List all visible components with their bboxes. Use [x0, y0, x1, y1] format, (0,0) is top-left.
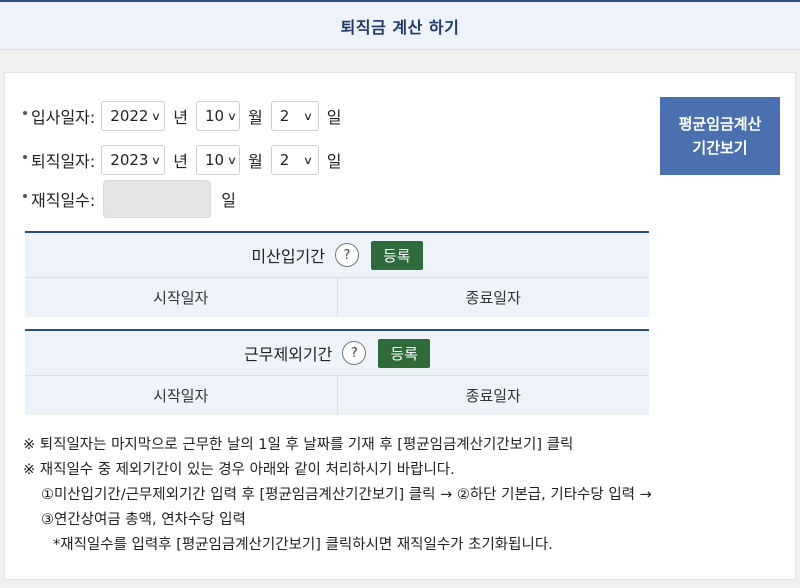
retire-day-select[interactable]: 2 ∨	[270, 145, 319, 175]
hire-month-value: 10	[205, 107, 225, 125]
hire-year-select[interactable]: 2022 ∨	[101, 101, 166, 131]
unpaid-period-header: 미산입기간 ? 등록	[25, 231, 649, 277]
hire-month-select[interactable]: 10 ∨	[196, 101, 241, 131]
retire-day-value: 2	[279, 151, 290, 169]
excluded-period-header: 근무제외기간 ? 등록	[25, 329, 649, 375]
note-line: *재직일수를 입력후 [평균임금계산기간보기] 클릭하시면 재직일수가 초기화됩…	[53, 537, 553, 553]
chevron-down-icon: ∨	[226, 153, 238, 167]
avg-button-line2: 기간보기	[692, 139, 748, 157]
unpaid-period-columns: 시작일자 종료일자	[25, 277, 649, 317]
notes-section: ※ 퇴직일자는 마지막으로 근무한 날의 1일 후 날짜를 기재 후 [평균임금…	[23, 433, 793, 558]
excluded-period-title: 근무제외기간	[244, 345, 333, 364]
note-line: ①미산입기간/근무제외기간 입력 후 [평균임금계산기간보기] 클릭 → ②하단…	[41, 487, 652, 503]
year-unit: 년	[173, 152, 189, 171]
avg-wage-period-button[interactable]: 평균임금계산 기간보기	[660, 97, 780, 175]
retire-month-select[interactable]: 10 ∨	[196, 145, 241, 175]
question-circle-icon[interactable]: ?	[335, 243, 359, 267]
chevron-down-icon: ∨	[151, 109, 162, 123]
excluded-period-columns: 시작일자 종료일자	[25, 375, 649, 415]
start-date-column: 시작일자	[153, 387, 209, 405]
excluded-register-button[interactable]: 등록	[378, 338, 430, 368]
chevron-down-icon: ∨	[302, 109, 313, 123]
note-line: ※ 재직일수 중 제외기간이 있는 경우 아래와 같이 처리하시기 바랍니다.	[23, 462, 455, 478]
month-unit: 월	[248, 152, 263, 171]
hire-date-row: 입사일자: 2022 ∨ 년 10 ∨ 월 2 ∨ 일	[23, 101, 349, 131]
end-date-column: 종료일자	[336, 376, 650, 415]
note-line: ※ 퇴직일자는 마지막으로 근무한 날의 1일 후 날짜를 기재 후 [평균임금…	[23, 437, 574, 453]
question-circle-icon[interactable]: ?	[342, 341, 367, 365]
excluded-period-section: 근무제외기간 ? 등록 시작일자 종료일자	[25, 329, 649, 415]
note-line: ③연간상여금 총액, 연차수당 입력	[41, 512, 246, 528]
chevron-down-icon: ∨	[151, 153, 162, 167]
page-header: 퇴직금 계산 하기	[0, 0, 800, 50]
service-days-unit: 일	[221, 191, 237, 210]
bullet-icon	[23, 111, 27, 115]
calculator-panel: 입사일자: 2022 ∨ 년 10 ∨ 월 2 ∨ 일 퇴직일자: 2023 ∨…	[4, 72, 796, 580]
hire-day-select[interactable]: 2 ∨	[270, 101, 319, 131]
hire-year-value: 2022	[110, 107, 149, 125]
service-days-label: 재직일수:	[31, 191, 96, 210]
bullet-icon	[23, 155, 27, 159]
unpaid-register-button[interactable]: 등록	[371, 240, 423, 270]
bullet-icon	[23, 194, 27, 198]
hire-date-label: 입사일자:	[31, 108, 96, 127]
service-days-input[interactable]	[103, 180, 212, 218]
month-unit: 월	[248, 108, 263, 127]
hire-day-value: 2	[279, 107, 290, 125]
retire-date-label: 퇴직일자:	[31, 152, 96, 171]
unpaid-period-section: 미산입기간 ? 등록 시작일자 종료일자	[25, 231, 649, 317]
day-unit: 일	[326, 152, 342, 171]
retire-month-value: 10	[205, 151, 225, 169]
year-unit: 년	[173, 108, 189, 127]
page-title: 퇴직금 계산 하기	[340, 17, 460, 37]
retire-year-value: 2023	[110, 151, 149, 169]
day-unit: 일	[326, 108, 342, 127]
chevron-down-icon: ∨	[226, 109, 238, 123]
chevron-down-icon: ∨	[302, 153, 313, 167]
avg-button-line1: 평균임금계산	[678, 115, 762, 133]
start-date-column: 시작일자	[153, 289, 209, 307]
service-days-row: 재직일수: 일	[23, 180, 236, 218]
unpaid-period-title: 미산입기간	[251, 247, 325, 266]
retire-date-row: 퇴직일자: 2023 ∨ 년 10 ∨ 월 2 ∨ 일	[23, 145, 349, 175]
retire-year-select[interactable]: 2023 ∨	[101, 145, 166, 175]
end-date-column: 종료일자	[336, 278, 650, 317]
